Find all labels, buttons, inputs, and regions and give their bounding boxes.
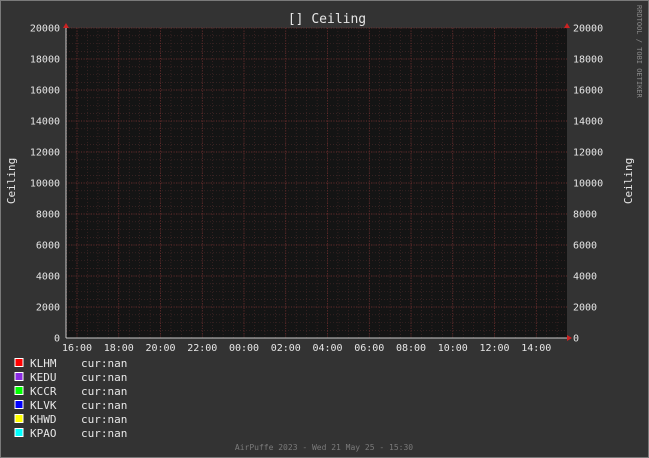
- y-tick-label-left: 20000: [30, 24, 60, 35]
- x-tick-label: 16:00: [62, 343, 92, 354]
- y-tick-label-left: 6000: [36, 241, 60, 252]
- y-tick-label-left: 18000: [30, 55, 60, 66]
- legend-current-value: cur:nan: [81, 357, 127, 370]
- x-tick-label: 04:00: [312, 343, 342, 354]
- legend-series-name: KLVK: [30, 399, 57, 412]
- legend-series-name: KLHM: [30, 357, 57, 370]
- y-tick-label-right: 20000: [573, 24, 603, 35]
- y-tick-label-right: 12000: [573, 148, 603, 159]
- y-tick-label-right: 2000: [573, 303, 597, 314]
- y-tick-label-right: 10000: [573, 179, 603, 190]
- y-tick-label-left: 0: [54, 334, 60, 345]
- x-tick-label: 10:00: [438, 343, 468, 354]
- y-tick-label-left: 14000: [30, 117, 60, 128]
- x-tick-label: 12:00: [479, 343, 509, 354]
- y-axis-arrow-left: [63, 23, 69, 28]
- x-tick-label: 06:00: [354, 343, 384, 354]
- x-tick-label: 02:00: [271, 343, 301, 354]
- legend-series-name: KCCR: [30, 385, 57, 398]
- legend-swatch: [14, 400, 24, 409]
- y-tick-label-left: 10000: [30, 179, 60, 190]
- legend-series-name: KPAO: [30, 427, 57, 440]
- y-axis-label-right: Ceiling: [622, 158, 635, 204]
- y-tick-label-left: 8000: [36, 210, 60, 221]
- legend-current-value: cur:nan: [81, 371, 127, 384]
- footer-text: AirPuffe 2023 - Wed 21 May 25 - 15:30: [235, 443, 413, 452]
- legend-swatch: [14, 386, 24, 395]
- y-tick-label-right: 0: [573, 334, 579, 345]
- legend-swatch: [14, 372, 24, 381]
- y-tick-label-left: 12000: [30, 148, 60, 159]
- x-tick-label: 08:00: [396, 343, 426, 354]
- legend-series-name: KHWD: [30, 413, 57, 426]
- y-tick-label-right: 4000: [573, 272, 597, 283]
- chart-title: [] Ceiling: [288, 12, 366, 27]
- x-tick-label: 00:00: [229, 343, 259, 354]
- y-tick-label-right: 8000: [573, 210, 597, 221]
- legend-swatch: [14, 428, 24, 437]
- x-axis-arrow: [567, 335, 572, 341]
- x-tick-label: 14:00: [521, 343, 551, 354]
- x-tick-label: 18:00: [104, 343, 134, 354]
- y-axis-arrow-right: [564, 23, 570, 28]
- y-tick-label-left: 2000: [36, 303, 60, 314]
- legend-current-value: cur:nan: [81, 399, 127, 412]
- legend-series-name: KEDU: [30, 371, 57, 384]
- y-tick-label-right: 14000: [573, 117, 603, 128]
- x-tick-label: 22:00: [187, 343, 217, 354]
- legend-swatch: [14, 358, 24, 367]
- y-axis-label-left: Ceiling: [5, 158, 18, 204]
- x-tick-label: 20:00: [145, 343, 175, 354]
- legend-current-value: cur:nan: [81, 427, 127, 440]
- legend-current-value: cur:nan: [81, 413, 127, 426]
- watermark: RRDTOOL / TOBI OETIKER: [635, 5, 643, 99]
- y-tick-label-left: 16000: [30, 86, 60, 97]
- ceiling-chart: 0 0 2000 2000 4000 4000 6000 6000 8000 8000 10000 1…: [5, 5, 643, 452]
- legend-swatch: [14, 414, 24, 423]
- legend-current-value: cur:nan: [81, 385, 127, 398]
- legend: KLHM cur:nan KEDU cur:nan KCCR cur:nan KLVK cur…: [14, 357, 127, 440]
- y-tick-label-right: 18000: [573, 55, 603, 66]
- y-tick-label-left: 4000: [36, 272, 60, 283]
- y-tick-label-right: 16000: [573, 86, 603, 97]
- y-tick-label-right: 6000: [573, 241, 597, 252]
